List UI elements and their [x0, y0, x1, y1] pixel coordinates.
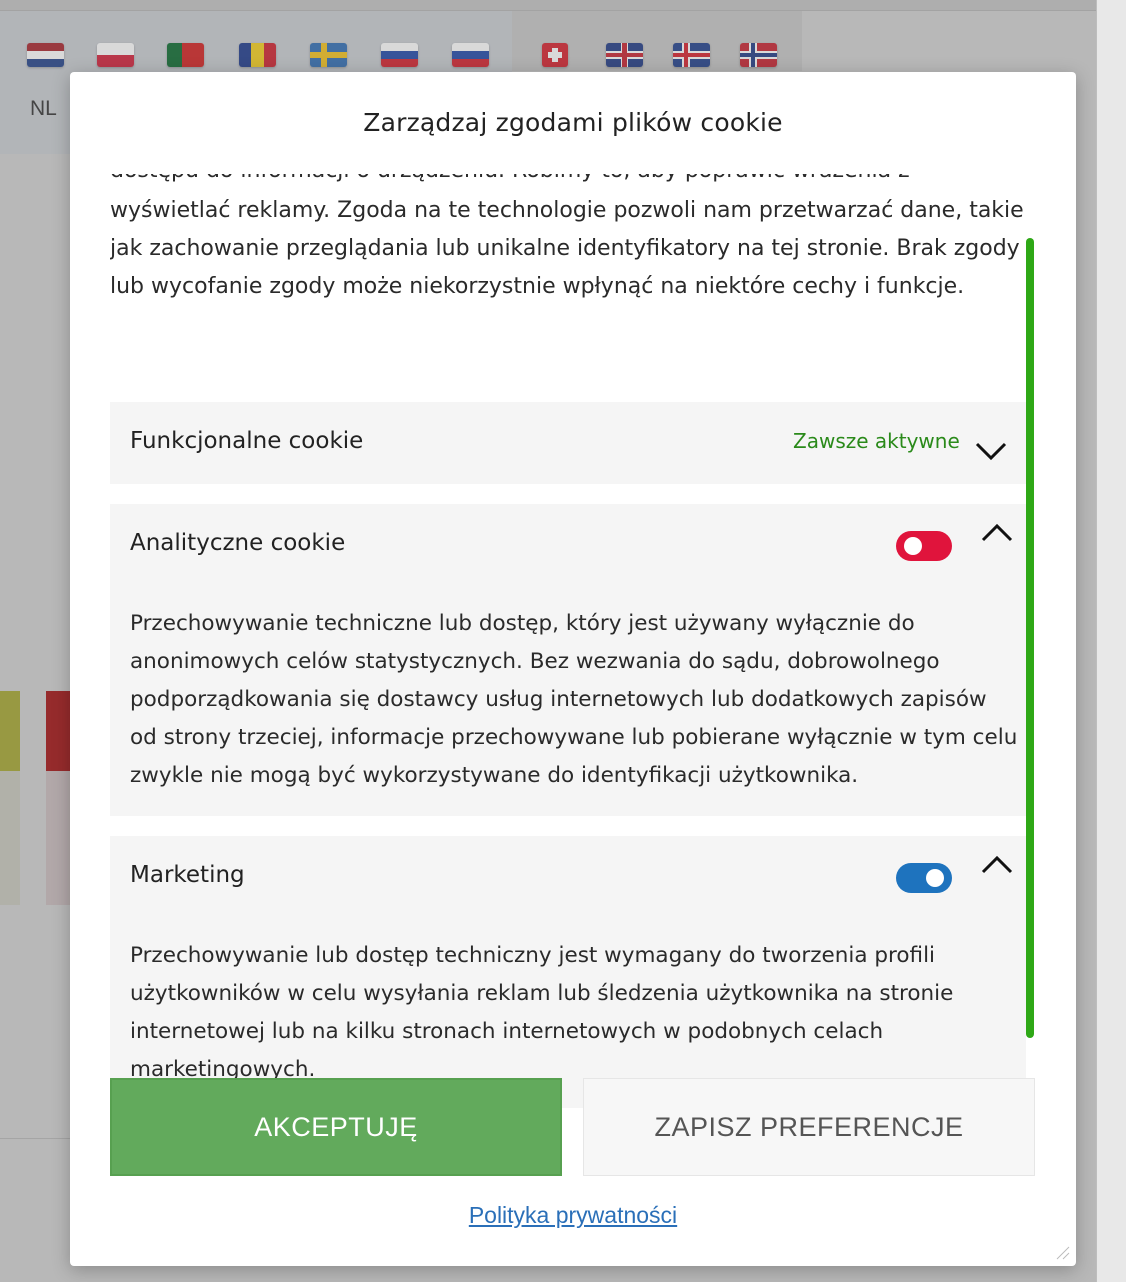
always-active-label: Zawsze aktywne	[793, 429, 960, 453]
category-description: Przechowywanie lub dostęp techniczny jes…	[130, 943, 954, 1082]
privacy-policy-link[interactable]: Polityka prywatności	[70, 1202, 1076, 1229]
intro-text: dostępu do informacji o urządzeniu. Robi…	[110, 174, 1026, 306]
modal-title: Zarządzaj zgodami plików cookie	[363, 108, 783, 137]
category-marketing: Marketing Przechowywanie lub dostęp tech…	[110, 836, 1026, 1108]
category-analytics: Analityczne cookie Przechowywanie techni…	[110, 504, 1026, 816]
chevron-down-icon[interactable]	[974, 440, 1008, 462]
browser-scrollbar[interactable]	[1096, 0, 1126, 1282]
category-title: Funkcjonalne cookie	[130, 428, 364, 454]
category-description: Przechowywanie techniczne lub dostęp, kt…	[130, 611, 1018, 788]
intro-partial-line: dostępu do informacji o urządzeniu. Robi…	[110, 174, 1026, 192]
analytics-toggle[interactable]	[896, 531, 952, 561]
modal-scrollbar[interactable]	[1026, 238, 1034, 1038]
chevron-up-icon[interactable]	[980, 522, 1014, 544]
cookie-consent-modal: Zarządzaj zgodami plików cookie dostępu …	[70, 72, 1076, 1266]
accept-button[interactable]: AKCEPTUJĘ	[110, 1078, 562, 1176]
category-functional[interactable]: Funkcjonalne cookie Zawsze aktywne	[110, 402, 1026, 484]
consent-scroll-area[interactable]: dostępu do informacji o urządzeniu. Robi…	[110, 174, 1026, 1108]
save-preferences-button[interactable]: ZAPISZ PREFERENCJE	[583, 1078, 1035, 1176]
category-title: Analityczne cookie	[130, 530, 346, 556]
category-title: Marketing	[130, 862, 245, 888]
resize-grip-icon	[1056, 1246, 1070, 1260]
chevron-up-icon[interactable]	[980, 854, 1014, 876]
marketing-toggle[interactable]	[896, 863, 952, 893]
intro-body: wyświetlać reklamy. Zgoda na te technolo…	[110, 198, 1024, 299]
